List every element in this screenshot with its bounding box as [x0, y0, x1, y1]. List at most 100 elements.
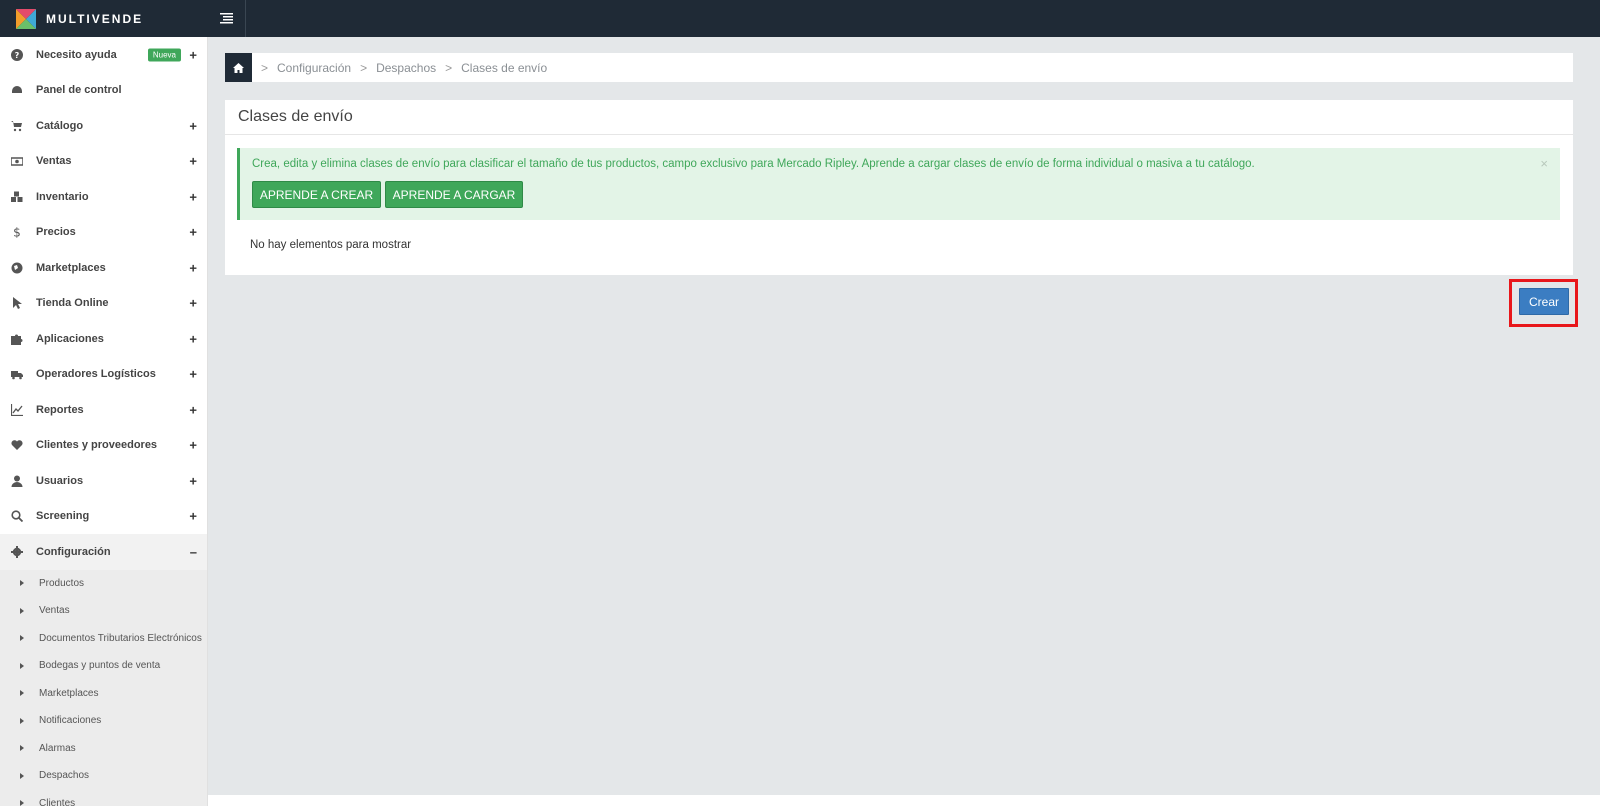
submenu-item-label: Bodegas y puntos de venta: [39, 660, 161, 672]
close-icon[interactable]: ×: [1540, 156, 1548, 171]
expand-icon[interactable]: +: [189, 331, 197, 346]
learn-load-button[interactable]: APRENDE A CARGAR: [385, 181, 523, 208]
cart-icon: [10, 119, 24, 133]
expand-icon[interactable]: +: [189, 118, 197, 133]
submenu-item-label: Ventas: [39, 605, 70, 617]
expand-icon[interactable]: +: [189, 296, 197, 311]
dollar-icon: $: [10, 225, 24, 239]
sidebar-item-configuracion[interactable]: Configuración –: [0, 534, 207, 570]
truck-icon: [10, 367, 24, 381]
info-alert: Crea, edita y elimina clases de envío pa…: [237, 148, 1560, 220]
caret-right-icon: [20, 772, 24, 779]
submenu-item-documentos-tributarios[interactable]: Documentos Tributarios Electrónicos: [0, 625, 207, 653]
sidebar-item-screening[interactable]: Screening +: [0, 499, 207, 535]
submenu-item-alarmas[interactable]: Alarmas: [0, 735, 207, 763]
caret-right-icon: [20, 800, 24, 806]
breadcrumb-despachos[interactable]: Despachos: [376, 61, 436, 75]
submenu-item-clientes[interactable]: Clientes: [0, 790, 207, 806]
submenu-item-marketplaces[interactable]: Marketplaces: [0, 680, 207, 708]
sidebar-item-aplicaciones[interactable]: Aplicaciones +: [0, 321, 207, 357]
sidebar-item-necesito-ayuda[interactable]: ? Necesito ayuda Nueva +: [0, 37, 207, 73]
main-content: > Configuración > Despachos > Clases de …: [208, 37, 1600, 806]
submenu-item-label: Productos: [39, 577, 85, 589]
menu-toggle-button[interactable]: [208, 0, 246, 37]
gear-icon: [10, 545, 24, 559]
money-icon: [10, 154, 24, 168]
caret-right-icon: [20, 580, 24, 587]
alert-message: Crea, edita y elimina clases de envío pa…: [252, 158, 1255, 170]
breadcrumb-configuracion[interactable]: Configuración: [277, 61, 351, 75]
expand-icon[interactable]: +: [189, 402, 197, 417]
home-icon: [233, 62, 244, 73]
sidebar: ? Necesito ayuda Nueva + Panel de contro…: [0, 37, 208, 806]
menu-list-icon: [220, 13, 233, 24]
breadcrumb: > Configuración > Despachos > Clases de …: [225, 53, 1573, 82]
submenu-item-label: Despachos: [39, 770, 90, 782]
sidebar-item-marketplaces[interactable]: Marketplaces +: [0, 250, 207, 286]
sidebar-item-panel-de-control[interactable]: Panel de control: [0, 73, 207, 109]
expand-icon[interactable]: +: [189, 260, 197, 275]
shipping-classes-panel: Clases de envío Crea, edita y elimina cl…: [225, 100, 1573, 275]
sidebar-item-label: Usuarios: [36, 474, 84, 487]
expand-icon[interactable]: +: [189, 438, 197, 453]
submenu-item-ventas[interactable]: Ventas: [0, 597, 207, 625]
sidebar-item-label: Aplicaciones: [36, 332, 104, 345]
logo[interactable]: MULTIVENDE: [0, 0, 208, 37]
caret-right-icon: [20, 745, 24, 752]
top-bar: MULTIVENDE: [0, 0, 1600, 37]
sidebar-item-label: Operadores Logísticos: [36, 368, 156, 381]
expand-icon[interactable]: +: [189, 154, 197, 169]
sidebar-item-label: Precios: [36, 226, 76, 239]
caret-right-icon: [20, 690, 24, 697]
empty-state-message: No hay elementos para mostrar: [250, 239, 412, 251]
sidebar-item-usuarios[interactable]: Usuarios +: [0, 463, 207, 499]
heart-icon: [10, 438, 24, 452]
breadcrumb-separator: >: [261, 60, 269, 75]
submenu-item-label: Notificaciones: [39, 715, 102, 727]
sidebar-item-inventario[interactable]: Inventario +: [0, 179, 207, 215]
crear-button[interactable]: Crear: [1519, 288, 1569, 315]
puzzle-icon: [10, 332, 24, 346]
sidebar-item-reportes[interactable]: Reportes +: [0, 392, 207, 428]
learn-create-button[interactable]: APRENDE A CREAR: [252, 181, 381, 208]
sidebar-item-label: Screening: [36, 510, 90, 523]
breadcrumb-separator: >: [360, 60, 368, 75]
sidebar-item-label: Panel de control: [36, 84, 122, 97]
sidebar-item-tienda-online[interactable]: Tienda Online +: [0, 286, 207, 322]
sidebar-item-precios[interactable]: $ Precios +: [0, 215, 207, 251]
expand-icon[interactable]: +: [189, 473, 197, 488]
sidebar-item-ventas[interactable]: Ventas +: [0, 144, 207, 180]
submenu-item-notificaciones[interactable]: Notificaciones: [0, 707, 207, 735]
home-button[interactable]: [225, 53, 252, 82]
expand-icon[interactable]: +: [189, 189, 197, 204]
sidebar-item-clientes-y-proveedores[interactable]: Clientes y proveedores +: [0, 428, 207, 464]
submenu-item-productos[interactable]: Productos: [0, 570, 207, 598]
sidebar-item-operadores-logisticos[interactable]: Operadores Logísticos +: [0, 357, 207, 393]
expand-icon[interactable]: +: [189, 47, 197, 62]
sidebar-item-catalogo[interactable]: Catálogo +: [0, 108, 207, 144]
cubes-icon: [10, 190, 24, 204]
new-badge: Nueva: [147, 48, 181, 62]
expand-icon[interactable]: +: [189, 225, 197, 240]
expand-icon[interactable]: +: [189, 509, 197, 524]
footer-strip: [208, 795, 1600, 806]
sidebar-item-label: Necesito ayuda: [36, 48, 117, 61]
expand-icon[interactable]: +: [189, 367, 197, 382]
configuracion-submenu: Productos Ventas Documentos Tributarios …: [0, 569, 207, 806]
submenu-item-label: Documentos Tributarios Electrónicos: [39, 632, 202, 644]
submenu-item-bodegas[interactable]: Bodegas y puntos de venta: [0, 652, 207, 680]
caret-right-icon: [20, 662, 24, 669]
caret-right-icon: [20, 717, 24, 724]
submenu-item-label: Alarmas: [39, 742, 76, 754]
breadcrumb-separator: >: [445, 60, 453, 75]
sidebar-item-label: Tienda Online: [36, 297, 109, 310]
sidebar-item-label: Reportes: [36, 403, 84, 416]
sidebar-item-label: Catálogo: [36, 119, 84, 132]
caret-right-icon: [20, 635, 24, 642]
collapse-icon[interactable]: –: [190, 544, 197, 559]
submenu-item-label: Clientes: [39, 797, 76, 806]
globe-icon: [10, 261, 24, 275]
user-icon: [10, 474, 24, 488]
submenu-item-label: Marketplaces: [39, 687, 99, 699]
submenu-item-despachos[interactable]: Despachos: [0, 762, 207, 790]
